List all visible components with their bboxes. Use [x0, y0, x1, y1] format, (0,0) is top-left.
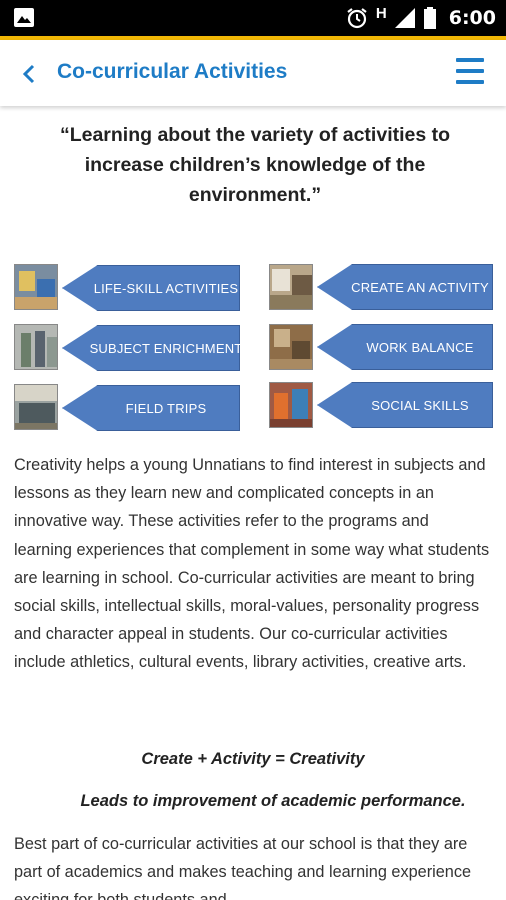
activity-work-balance[interactable]: WORK BALANCE	[269, 324, 494, 372]
activity-label: WORK BALANCE	[366, 339, 474, 355]
activity-life-skill[interactable]: LIFE-SKILL ACTIVITIES	[14, 264, 242, 312]
activity-label: LIFE-SKILL ACTIVITIES	[93, 280, 239, 296]
alarm-icon	[347, 8, 367, 29]
activity-label: SUBJECT ENRICHMENT	[89, 340, 243, 356]
hamburger-menu-icon[interactable]	[456, 58, 486, 86]
activity-label: SOCIAL SKILLS	[371, 397, 469, 413]
activity-label: CREATE AN ACTIVITY	[351, 279, 489, 295]
image-notification-icon	[14, 8, 34, 27]
creativity-formula: Create + Activity = Creativity	[141, 750, 365, 768]
field-trips-photo	[14, 384, 58, 430]
creativity-paragraph: Creativity helps a young Unnatians to fi…	[14, 456, 490, 672]
intro-quote: “Learning about the variety of activitie…	[59, 124, 451, 206]
page-title: Co-curricular Activities	[57, 60, 288, 83]
status-bar: H 6:00	[0, 0, 506, 36]
activity-field-trips[interactable]: FIELD TRIPS	[14, 384, 242, 432]
work-balance-photo	[269, 324, 313, 370]
app-bar: Co-curricular Activities	[0, 40, 506, 106]
create-activity-photo	[269, 264, 313, 310]
activity-label: FIELD TRIPS	[125, 400, 207, 416]
activity-social-skills[interactable]: SOCIAL SKILLS	[269, 382, 494, 430]
back-arrow-icon[interactable]	[14, 60, 42, 88]
formula-subtitle: Leads to improvement of academic perform…	[80, 792, 466, 810]
battery-icon	[423, 7, 436, 29]
life-skill-photo	[14, 264, 58, 310]
activity-create[interactable]: CREATE AN ACTIVITY	[269, 264, 494, 312]
clock-time: 6:00	[448, 7, 496, 29]
signal-icon	[394, 8, 415, 28]
activity-subject-enrichment[interactable]: SUBJECT ENRICHMENT	[14, 324, 242, 372]
network-type-label: H	[375, 4, 387, 22]
subject-enrichment-photo	[14, 324, 58, 370]
social-skills-photo	[269, 382, 313, 428]
best-part-paragraph: Best part of co-curricular activities at…	[14, 835, 472, 900]
